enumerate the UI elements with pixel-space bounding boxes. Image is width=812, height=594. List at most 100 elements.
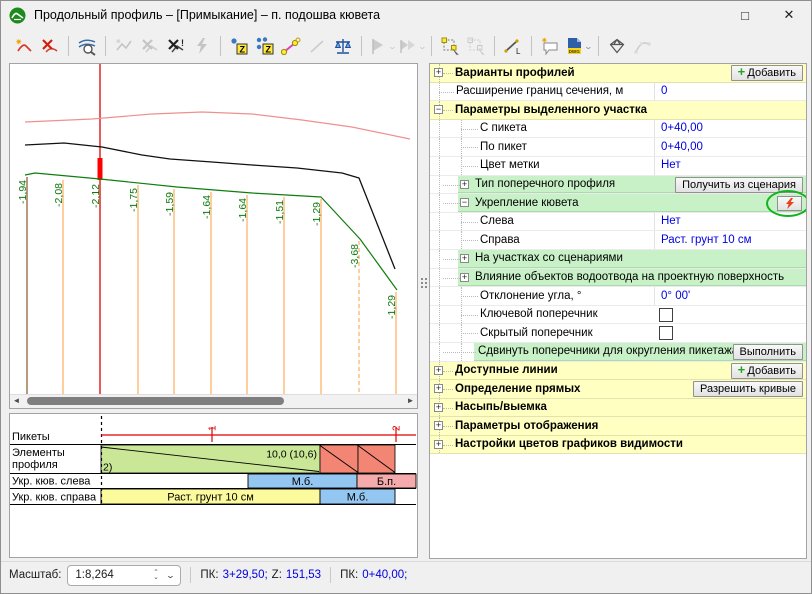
prop-label-embankment-excavation: Насыпь/выемка	[455, 401, 547, 413]
svg-text:✷: ✷	[541, 36, 548, 45]
prop-row-display-params: +Параметры отображения	[430, 417, 806, 436]
prop-label-angle-deviation: Отклонение угла, °	[480, 290, 582, 302]
prop-value-mark-color[interactable]: Нет	[654, 157, 806, 175]
toolbar-profiles-browse-button[interactable]	[75, 34, 99, 58]
collapse-box[interactable]: −	[460, 198, 469, 207]
elevation-label: -1,64	[201, 195, 213, 219]
prop-label-ditch-reinforcement: Укрепление кювета	[475, 197, 579, 209]
toolbar-curve-button[interactable]	[631, 34, 655, 58]
toolbar-dwg-export-button[interactable]: DWG⌄	[564, 34, 592, 58]
toolbar-profile-add-button[interactable]: ✷	[12, 34, 36, 58]
collapse-box[interactable]: −	[434, 105, 443, 114]
status-separator	[330, 567, 331, 583]
toolbar-polyline-delete-all-button[interactable]: !	[164, 34, 188, 58]
scroll-thumb[interactable]	[27, 397, 284, 405]
status-bar: Масштаб: 1:8,264 ⌃⌄ ⌄ ПК: 3+29,50; Z: 15…	[1, 561, 811, 588]
profile-chart[interactable]: -1,94-2,08-2,12-1,75-1,59-1,64-1,64-1,51…	[10, 64, 417, 395]
prop-row-drainage-influence: +Влияние объектов водоотвода на проектну…	[430, 269, 806, 288]
toolbar-polyline-add-button[interactable]: ✷	[112, 34, 136, 58]
selected-pk-label: ПК:	[340, 569, 358, 581]
toolbar-point-z-button[interactable]: Z	[227, 34, 251, 58]
get-from-scenario-button[interactable]: Получить из сценария	[675, 177, 803, 193]
toolbar-flags-button[interactable]: ⌄	[398, 34, 426, 58]
chart-horizontal-scrollbar[interactable]: ◄ ►	[10, 394, 417, 408]
tree-line	[439, 157, 440, 175]
tree-line	[461, 315, 478, 316]
toolbar-line-l-button[interactable]: L	[501, 34, 525, 58]
toolbar-dropdown-icon[interactable]: ⌄	[388, 42, 397, 51]
plus-icon: +	[738, 64, 746, 79]
close-button[interactable]: ✕	[767, 1, 811, 29]
expand-box[interactable]: +	[460, 180, 469, 189]
prop-row-visibility-graph-colors: +Настройки цветов графиков видимости	[430, 436, 806, 455]
profile-elements-table[interactable]: 10,0 (10,6)2)М.б.Б.п.Раст. грунт 10 смМ.…	[9, 413, 418, 558]
toolbar-line-button[interactable]	[305, 34, 329, 58]
add-variant-button[interactable]: + Добавить	[731, 65, 803, 81]
scroll-right-arrow[interactable]: ►	[404, 395, 417, 407]
svg-text:!: !	[181, 38, 184, 48]
prop-value-from-picket[interactable]: 0+40,00	[654, 120, 806, 138]
scale-dropdown-icon[interactable]: ⌄	[165, 571, 175, 580]
toolbar-select-rect-2-button[interactable]	[464, 34, 488, 58]
toolbar-measure-button[interactable]	[279, 34, 303, 58]
prop-row-ditch-reinforcement: −Укрепление кювета	[430, 194, 806, 213]
expand-box[interactable]: +	[434, 68, 443, 77]
tree-line	[439, 250, 440, 268]
prop-value-reinforcement-left[interactable]: Нет	[654, 213, 806, 231]
expand-box[interactable]: +	[434, 366, 443, 375]
status-separator	[190, 567, 191, 583]
expand-box[interactable]: +	[460, 273, 469, 282]
expand-box[interactable]: +	[434, 440, 443, 449]
splitter-grip[interactable]	[421, 271, 427, 295]
scroll-left-arrow[interactable]: ◄	[10, 395, 23, 407]
reinforcement-left-label: Б.п.	[377, 476, 396, 488]
lightning-button[interactable]	[777, 196, 802, 211]
toolbar-flag-button[interactable]: ⌄	[368, 34, 396, 58]
toolbar-select-rect-button[interactable]	[438, 34, 462, 58]
existing-surface-line	[25, 112, 410, 139]
checkbox-key-cross-section[interactable]	[659, 308, 673, 322]
toolbar-dropdown-icon[interactable]: ⌄	[584, 42, 593, 51]
execute-button[interactable]: Выполнить	[733, 344, 803, 360]
checkbox-hidden-cross-section[interactable]	[659, 326, 673, 340]
prop-value-angle-deviation[interactable]: 0° 00'	[654, 287, 806, 305]
prop-value-to-picket[interactable]: 0+40,00	[654, 138, 806, 156]
prop-label-reinforcement-right: Справа	[480, 234, 520, 246]
spinner-up-down-icon[interactable]: ⌃⌄	[153, 570, 158, 580]
expand-box[interactable]: +	[434, 421, 443, 430]
prop-value-section-bounds-extension[interactable]: 0	[654, 83, 806, 101]
pane-splitter[interactable]	[419, 63, 429, 558]
prop-row-reinforcement-left: СлеваНет	[430, 213, 806, 232]
toolbar-lightning-button[interactable]	[190, 34, 214, 58]
reinforcement-right-label: М.б.	[347, 492, 369, 504]
profile-chart-area[interactable]: -1,94-2,08-2,12-1,75-1,59-1,64-1,64-1,51…	[9, 63, 418, 409]
toolbar-scales-button[interactable]	[331, 34, 355, 58]
expand-box[interactable]: +	[434, 384, 443, 393]
prop-label-section-bounds-extension: Расширение границ сечения, м	[456, 85, 623, 97]
prop-value-reinforcement-right[interactable]: Раст. грунт 10 см	[654, 231, 806, 249]
toolbar-points-z-button[interactable]: Z	[253, 34, 277, 58]
cursor-position: ПК: 3+29,50; Z: 151,53	[200, 569, 321, 581]
prop-row-selected-section-params: −Параметры выделенного участка	[430, 101, 806, 120]
cursor-pk-label: ПК:	[200, 569, 218, 581]
table-row-header: Элементы	[12, 447, 65, 459]
toolbar-dropdown-icon[interactable]: ⌄	[417, 42, 426, 51]
cursor-pk-value: 3+29,50;	[223, 569, 268, 581]
expand-box[interactable]: +	[434, 403, 443, 412]
scale-spinner[interactable]: 1:8,264 ⌃⌄ ⌄	[67, 565, 181, 586]
toolbar-polyline-delete-button[interactable]	[138, 34, 162, 58]
maximize-button[interactable]: □	[723, 1, 767, 29]
tree-line	[439, 138, 440, 156]
tree-line	[461, 333, 478, 334]
toolbar-callout-button[interactable]: ✷	[538, 34, 562, 58]
tree-line	[439, 176, 440, 194]
add-line-button[interactable]: + Добавить	[731, 363, 803, 379]
tree-line	[439, 306, 440, 324]
toolbar-diamond-button[interactable]	[605, 34, 629, 58]
toolbar-profile-delete-button[interactable]	[38, 34, 62, 58]
cursor-z-value: 151,53	[286, 569, 321, 581]
expand-box[interactable]: +	[460, 254, 469, 263]
tree-line	[443, 278, 460, 279]
toolbar-separator	[105, 36, 106, 56]
allow-curves-button[interactable]: Разрешить кривые	[693, 381, 803, 397]
